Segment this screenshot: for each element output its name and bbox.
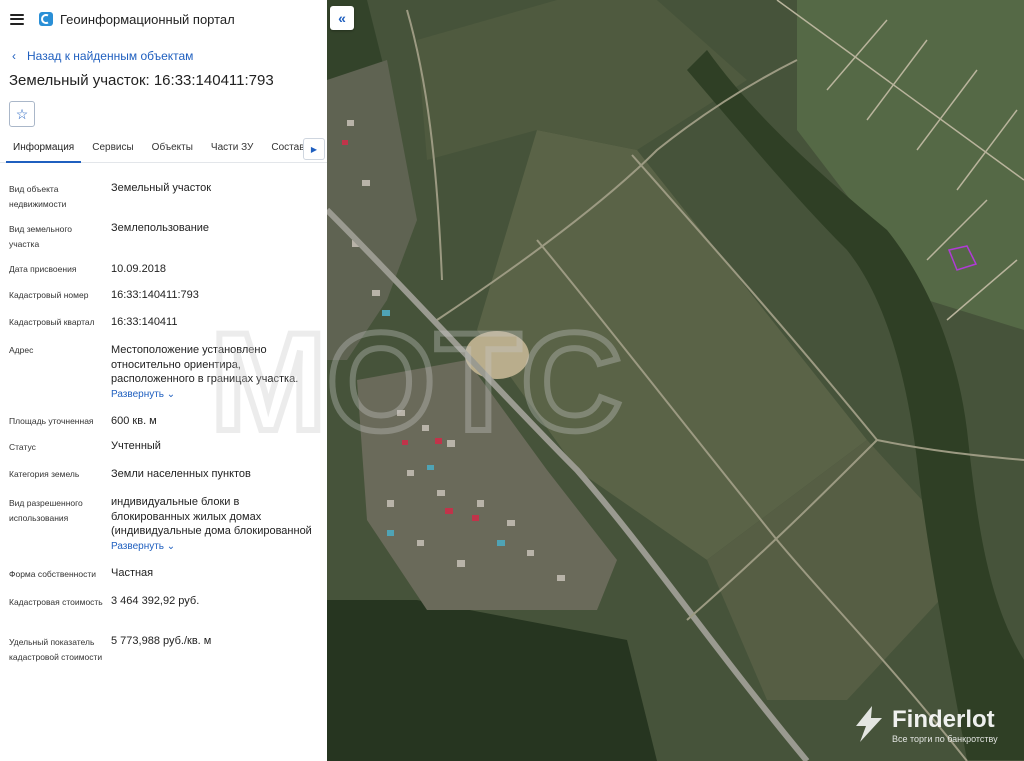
tab-parts[interactable]: Части ЗУ [204, 136, 260, 161]
tab-objects[interactable]: Объекты [145, 136, 200, 161]
attribute-value: 5 773,988 руб./кв. м [111, 635, 212, 647]
chevron-down-icon: ⌄ [166, 540, 176, 552]
watermark-overlay: MOTC [210, 318, 625, 438]
attribute-value: Учтенный [111, 440, 161, 452]
usage-text: индивидуальные блоки в блокированных жил… [111, 496, 312, 537]
attribute-label: Категория земель [9, 469, 80, 479]
finderlot-logo-icon [856, 706, 882, 742]
attribute-label: Кадастровый номер [9, 290, 89, 300]
attribute-label: Форма собственности [9, 569, 96, 579]
attribute-label: Адрес [9, 345, 34, 355]
tab-info[interactable]: Информация [6, 136, 82, 163]
tabs-scroll-right-button[interactable]: ▶ [303, 138, 325, 160]
star-icon: ☆ [15, 105, 29, 122]
attribute-label: Удельный показатель кадастровой стоимост… [9, 637, 103, 662]
attribute-label: Статус [9, 442, 36, 452]
expand-label: Развернуть [111, 388, 165, 400]
finderlot-brand: Finderlot [892, 706, 995, 733]
expand-usage-link[interactable]: Развернуть ⌄ [111, 540, 321, 555]
page-title: Земельный участок: 16:33:140411:793 [9, 72, 274, 89]
attribute-label: Кадастровая стоимость [9, 597, 103, 607]
collapse-panel-button[interactable]: « [330, 6, 354, 30]
attribute-value: индивидуальные блоки в блокированных жил… [111, 495, 321, 554]
finderlot-watermark: Finderlot Все торги по банкротству [852, 704, 998, 749]
portal-title: Геоинформационный портал [60, 11, 235, 27]
attribute-label: Кадастровый квартал [9, 317, 95, 327]
attribute-value: 10.09.2018 [111, 263, 167, 275]
tab-bar: Информация Сервисы Объекты Части ЗУ Сост… [0, 136, 327, 163]
attribute-value: Землепользование [111, 222, 210, 234]
favorite-button[interactable]: ☆ [9, 101, 35, 127]
attribute-value: Земли населенных пунктов [111, 468, 251, 480]
chevron-left-icon: ‹ [12, 49, 16, 63]
attribute-value: Земельный участок [111, 182, 212, 194]
finderlot-tagline: Все торги по банкротству [892, 734, 998, 744]
attribute-label: Вид объекта недвижимости [9, 184, 67, 209]
watermark-text: MOTC [210, 318, 622, 438]
portal-logo-icon [39, 12, 53, 26]
attribute-label: Дата присвоения [9, 264, 77, 274]
chevron-right-icon: ▶ [310, 144, 318, 154]
back-link[interactable]: ‹ Назад к найденным объектам [12, 48, 327, 64]
chevron-down-icon: ⌄ [166, 388, 176, 400]
attribute-value: Частная [111, 567, 154, 579]
attribute-label: Вид земельного участка [9, 224, 73, 249]
expand-label: Развернуть [111, 540, 165, 552]
double-chevron-left-icon: « [338, 10, 346, 26]
attribute-label: Площадь уточненная [9, 416, 94, 426]
menu-icon[interactable] [10, 13, 24, 25]
topbar: Геоинформационный портал [0, 0, 327, 38]
tab-services[interactable]: Сервисы [85, 136, 140, 161]
attribute-value: 3 464 392,92 руб. [111, 595, 200, 607]
back-link-label: Назад к найденным объектам [27, 49, 194, 63]
attribute-value: 16:33:140411:793 [111, 289, 199, 301]
attribute-label: Вид разрешенного использования [9, 498, 83, 523]
